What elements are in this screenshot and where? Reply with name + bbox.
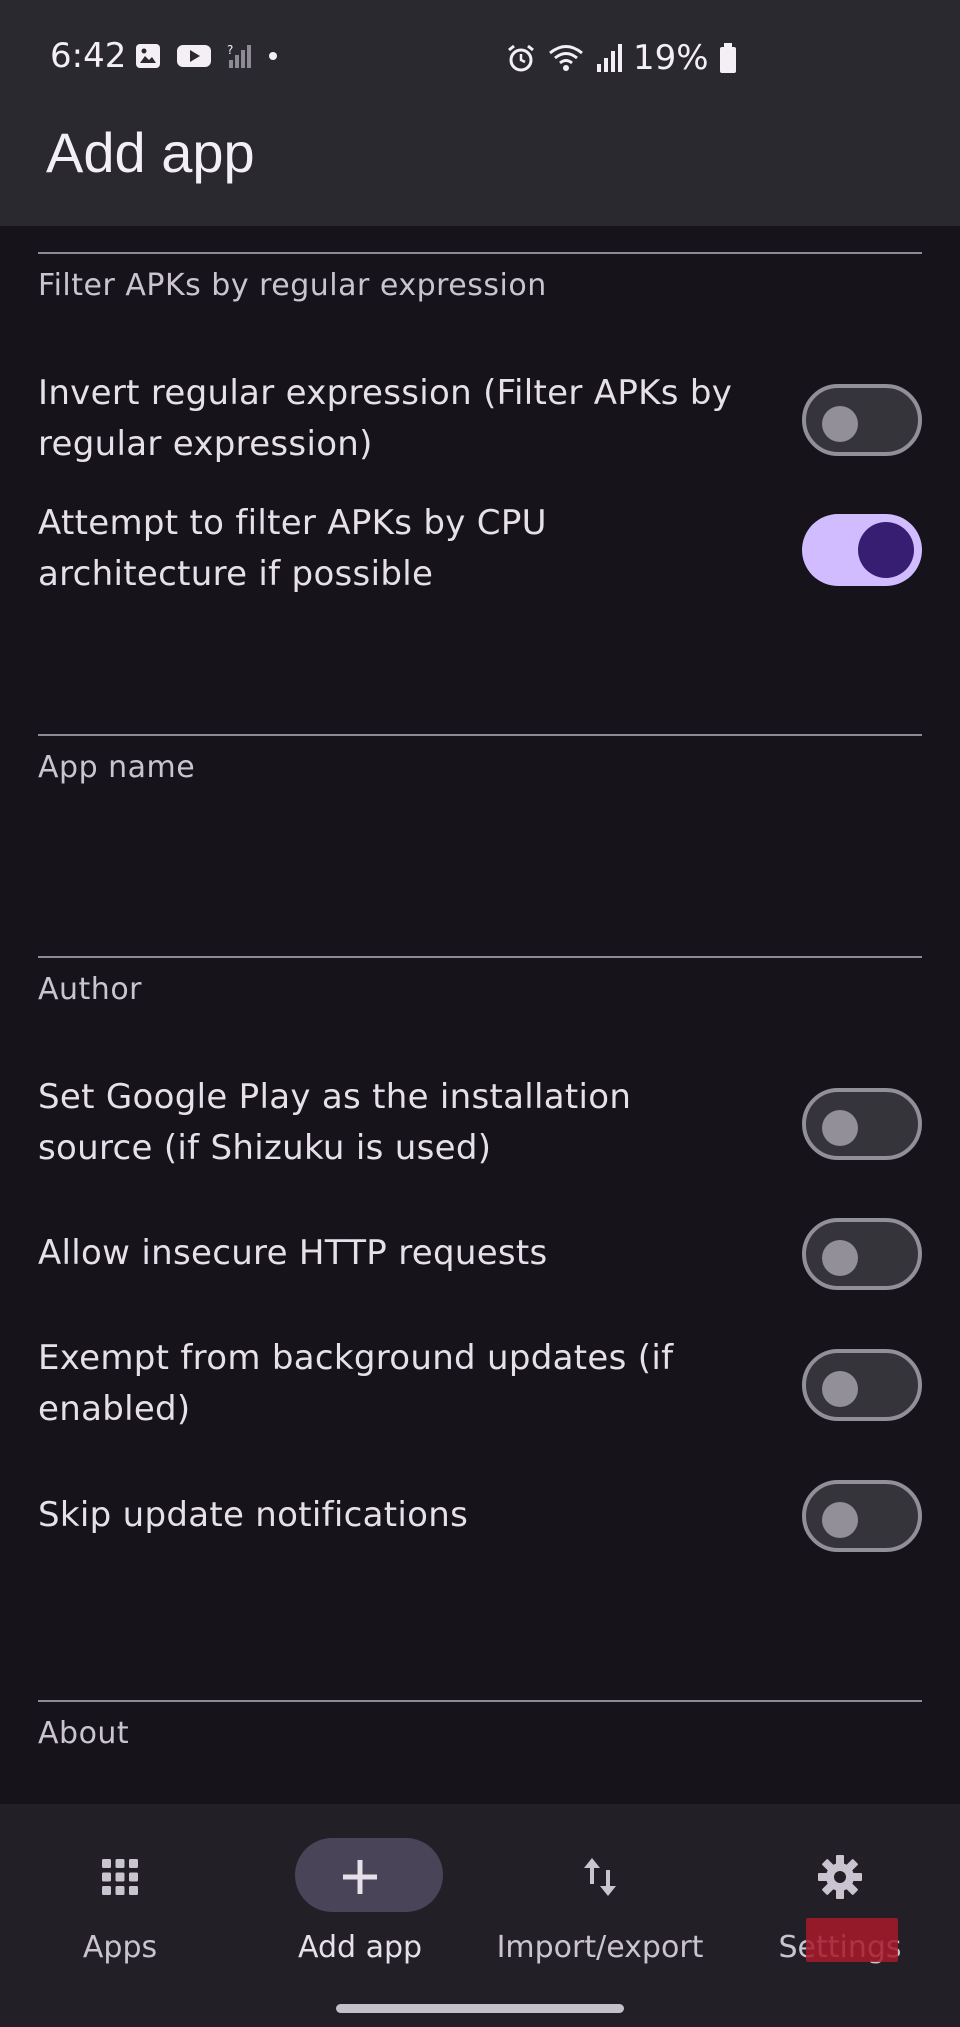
skip-notifications-switch[interactable] xyxy=(802,1480,922,1552)
home-indicator[interactable] xyxy=(336,2004,624,2013)
status-time: 6:42 xyxy=(50,36,127,76)
author-label: Author xyxy=(38,972,143,1007)
toggle-label-skip-notifications: Skip update notifications xyxy=(38,1495,469,1535)
notification-icons: ? xyxy=(134,42,280,70)
toggle-label-exempt-background: Exempt from background updates (if enabl… xyxy=(38,1338,674,1429)
nav-apps[interactable]: Apps xyxy=(0,1832,240,1982)
signal-icon xyxy=(597,44,622,72)
bottom-navigation: Apps Add app Import/export xyxy=(0,1804,960,2027)
google-play-source-switch[interactable] xyxy=(802,1088,922,1160)
toggle-row-insecure-http[interactable]: Allow insecure HTTP requests xyxy=(38,1202,922,1312)
filter-apks-regex-label: Filter APKs by regular expression xyxy=(38,268,547,303)
alarm-icon xyxy=(508,44,534,72)
wifi-icon xyxy=(549,45,583,71)
gallery-icon xyxy=(136,44,160,68)
nav-add-app[interactable]: Add app xyxy=(240,1832,480,1982)
switch-thumb xyxy=(822,1240,858,1276)
app-bar: Add app xyxy=(0,116,960,226)
toggle-label-google-play-source: Set Google Play as the installation sour… xyxy=(38,1077,632,1168)
grid-icon xyxy=(102,1859,138,1895)
switch-thumb xyxy=(822,1110,858,1146)
nav-import-export[interactable]: Import/export xyxy=(480,1832,720,1982)
filter-apks-regex-field[interactable]: Filter APKs by regular expression xyxy=(38,252,922,334)
watermark-logo xyxy=(806,1918,898,1962)
dot-icon xyxy=(269,52,277,60)
nav-label-import-export: Import/export xyxy=(496,1930,704,1965)
no-signal-icon: ? xyxy=(227,43,251,68)
plus-icon xyxy=(343,1860,377,1894)
import-export-icon xyxy=(584,1858,616,1896)
about-label: About xyxy=(38,1716,130,1751)
switch-thumb xyxy=(822,406,858,442)
youtube-icon xyxy=(177,45,211,67)
status-bar: 6:42 ? 19% xyxy=(0,0,960,116)
toggle-row-cpu-filter[interactable]: Attempt to filter APKs by CPU architectu… xyxy=(38,498,922,608)
toggle-row-skip-notifications[interactable]: Skip update notifications xyxy=(38,1464,922,1574)
nav-label-add-app: Add app xyxy=(297,1930,423,1965)
battery-icon xyxy=(719,43,736,73)
toggle-row-invert-regex[interactable]: Invert regular expression (Filter APKs b… xyxy=(38,368,922,478)
battery-percentage: 19% xyxy=(633,38,709,78)
switch-thumb xyxy=(822,1502,858,1538)
about-field[interactable]: About xyxy=(38,1700,922,1782)
page-title: Add app xyxy=(46,121,255,184)
toggle-row-google-play-source[interactable]: Set Google Play as the installation sour… xyxy=(38,1072,922,1182)
author-field[interactable]: Author xyxy=(38,956,922,1038)
app-name-field[interactable]: App name xyxy=(38,734,922,816)
toggle-label-invert-regex: Invert regular expression (Filter APKs b… xyxy=(38,373,733,464)
toggle-label-insecure-http: Allow insecure HTTP requests xyxy=(38,1233,548,1273)
app-name-label: App name xyxy=(38,750,196,785)
invert-regex-switch[interactable] xyxy=(802,384,922,456)
gear-icon xyxy=(818,1855,862,1899)
nav-label-apps: Apps xyxy=(82,1930,158,1965)
svg-text:?: ? xyxy=(227,43,233,57)
exempt-background-switch[interactable] xyxy=(802,1349,922,1421)
add-app-form[interactable]: Filter APKs by regular expression Invert… xyxy=(0,226,960,1804)
cpu-filter-switch[interactable] xyxy=(802,514,922,586)
toggle-row-exempt-background[interactable]: Exempt from background updates (if enabl… xyxy=(38,1333,922,1443)
insecure-http-switch[interactable] xyxy=(802,1218,922,1290)
switch-thumb xyxy=(822,1371,858,1407)
switch-thumb xyxy=(858,522,914,578)
toggle-label-cpu-filter: Attempt to filter APKs by CPU architectu… xyxy=(38,503,547,594)
system-icons: 19% xyxy=(505,38,737,78)
